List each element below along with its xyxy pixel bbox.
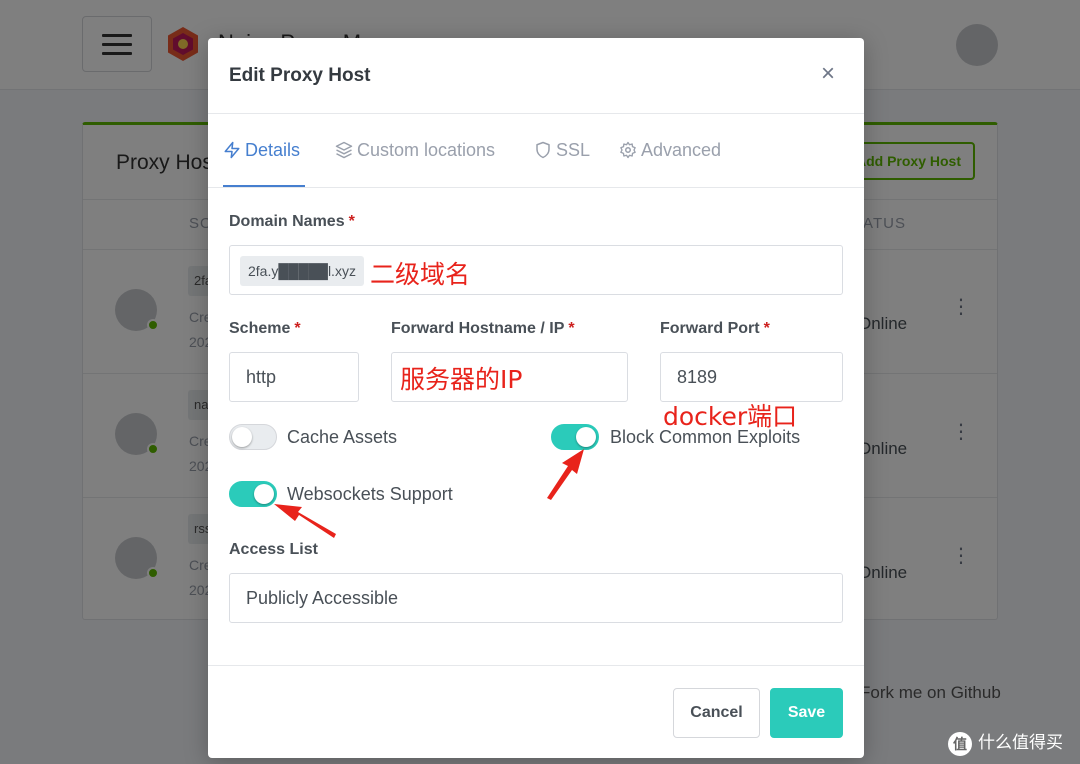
forward-hostname-label: Forward Hostname / IP * bbox=[391, 320, 575, 337]
tab-label: Advanced bbox=[641, 140, 722, 160]
annotation-server-ip: 服务器的IP bbox=[400, 365, 523, 394]
forward-port-input[interactable]: 8189 bbox=[660, 352, 843, 402]
cache-assets-label: Cache Assets bbox=[287, 427, 398, 447]
layers-icon bbox=[335, 141, 353, 159]
domain-names-input[interactable]: 2fa.y█████l.xyz bbox=[229, 245, 843, 295]
shield-icon bbox=[536, 141, 550, 159]
tab-label: Custom locations bbox=[357, 140, 496, 160]
tab-custom-locations[interactable]: Custom locations bbox=[335, 114, 495, 187]
scheme-input[interactable]: http bbox=[229, 352, 359, 402]
block-exploits-label: Block Common Exploits bbox=[610, 427, 801, 447]
annotation-domain: 二级域名 bbox=[370, 260, 471, 289]
watermark-logo-icon: 值 bbox=[948, 731, 972, 756]
scheme-label: Scheme * bbox=[229, 320, 301, 337]
cache-assets-toggle[interactable] bbox=[229, 424, 277, 450]
tab-ssl[interactable]: SSL bbox=[534, 114, 590, 187]
access-list-label: Access List bbox=[229, 541, 318, 558]
domain-chip[interactable]: 2fa.y█████l.xyz bbox=[240, 256, 364, 286]
cancel-button[interactable]: Cancel bbox=[673, 688, 760, 738]
watermark-text: 什么值得买 bbox=[978, 733, 1063, 752]
forward-port-label: Forward Port * bbox=[660, 320, 770, 337]
domain-names-label: Domain Names * bbox=[229, 213, 355, 230]
site-watermark: 值什么值得买 bbox=[948, 728, 1063, 756]
edit-proxy-host-modal: Edit Proxy Host × Details Custom locatio… bbox=[208, 38, 864, 758]
close-icon[interactable]: × bbox=[818, 62, 838, 86]
modal-title: Edit Proxy Host bbox=[229, 65, 371, 86]
annotation-arrow-icon bbox=[274, 504, 336, 538]
lightning-icon bbox=[224, 141, 240, 159]
save-button[interactable]: Save bbox=[770, 688, 843, 738]
gear-icon bbox=[620, 141, 636, 159]
annotation-arrow-icon bbox=[547, 449, 584, 500]
tab-details[interactable]: Details bbox=[223, 114, 305, 187]
tab-label: Details bbox=[245, 140, 301, 160]
access-list-select[interactable]: Publicly Accessible bbox=[229, 573, 843, 623]
tab-advanced[interactable]: Advanced bbox=[619, 114, 721, 187]
tab-label: SSL bbox=[556, 140, 591, 160]
